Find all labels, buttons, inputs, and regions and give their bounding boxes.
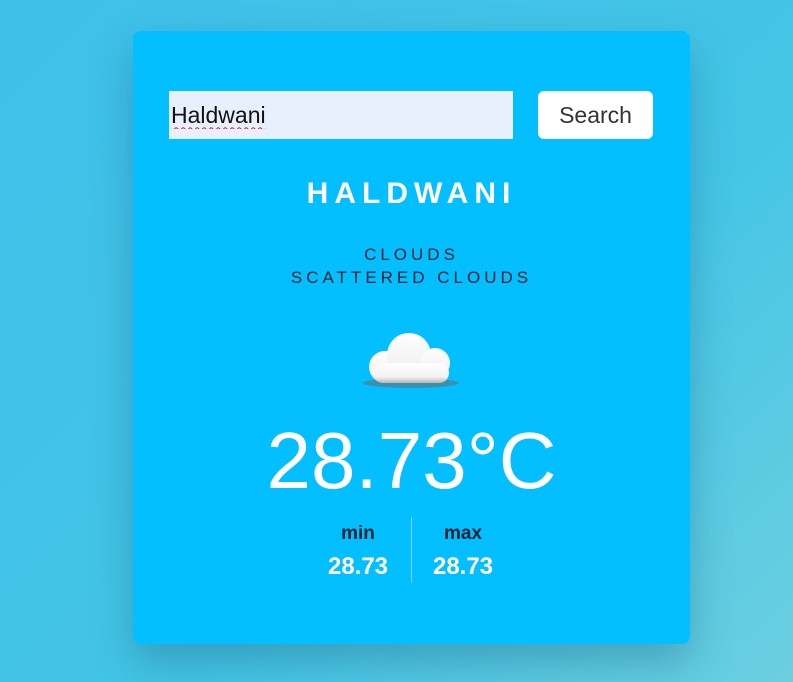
search-button[interactable]: Search <box>538 91 653 139</box>
city-name: HALDWANI <box>306 177 517 210</box>
max-value: 28.73 <box>432 553 494 580</box>
divider <box>411 517 412 583</box>
weather-card: Search HALDWANI CLOUDS SCATTERED CLOUDS … <box>133 31 690 644</box>
cloud-icon <box>355 325 467 395</box>
weather-condition: CLOUDS <box>364 245 459 264</box>
min-value: 28.73 <box>327 553 389 580</box>
min-temp-block: min 28.73 <box>308 517 408 583</box>
weather-description: SCATTERED CLOUDS <box>290 268 533 287</box>
min-label: min <box>341 523 375 544</box>
max-temp-block: max 28.73 <box>413 517 513 583</box>
max-label: max <box>443 523 483 544</box>
city-search-input[interactable] <box>169 91 513 139</box>
temperature: 28.73°C <box>266 416 557 505</box>
